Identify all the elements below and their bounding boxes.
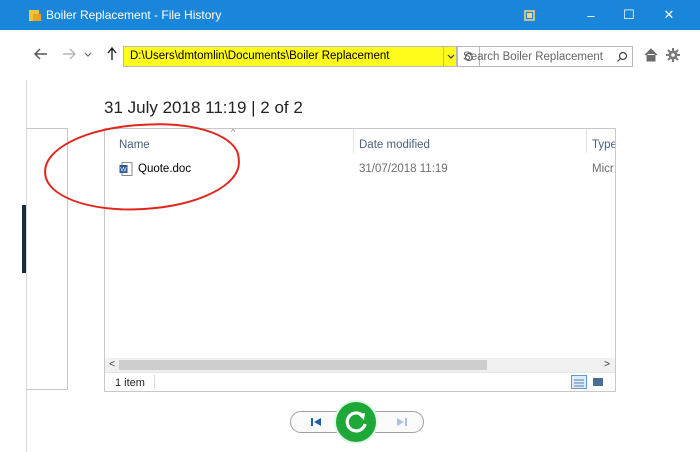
close-button[interactable]: ✕ bbox=[652, 0, 686, 30]
status-bar: 1 item bbox=[105, 372, 615, 391]
search-box[interactable]: Search Boiler Replacement bbox=[456, 46, 633, 67]
restore-icon bbox=[345, 411, 367, 433]
address-bar[interactable]: D:\Users\dmtomlin\Documents\Boiler Repla… bbox=[123, 46, 444, 67]
restore-button[interactable] bbox=[336, 402, 376, 442]
sort-indicator-icon: ^ bbox=[231, 128, 236, 137]
gear-icon[interactable] bbox=[666, 48, 680, 62]
snap-icon[interactable] bbox=[512, 0, 546, 30]
chevron-down-icon bbox=[447, 54, 454, 59]
navigation-bar: D:\Users\dmtomlin\Documents\Boiler Repla… bbox=[26, 30, 700, 80]
scroll-right-icon[interactable]: > bbox=[600, 358, 614, 372]
file-date-modified: 31/07/2018 11:19 bbox=[359, 163, 448, 175]
address-path: D:\Users\dmtomlin\Documents\Boiler Repla… bbox=[130, 50, 390, 62]
chevron-down-icon[interactable] bbox=[84, 52, 92, 58]
status-divider bbox=[154, 375, 155, 390]
maximize-button[interactable]: ☐ bbox=[612, 0, 646, 30]
column-date-modified[interactable]: Date modified bbox=[359, 139, 430, 151]
next-version-icon bbox=[397, 418, 407, 426]
file-history-icon bbox=[29, 10, 41, 21]
previous-version-button[interactable] bbox=[296, 411, 336, 433]
file-type: Micr bbox=[592, 163, 614, 175]
horizontal-scrollbar[interactable]: < > bbox=[105, 358, 615, 372]
search-icon[interactable] bbox=[616, 51, 628, 63]
item-count: 1 item bbox=[115, 377, 145, 389]
snapshot-title: 31 July 2018 11:19 | 2 of 2 bbox=[104, 98, 303, 117]
scroll-left-icon[interactable]: < bbox=[105, 358, 119, 372]
title-bar: Boiler Replacement - File History – ☐ ✕ bbox=[0, 0, 700, 30]
previous-version-icon bbox=[311, 418, 321, 426]
up-arrow-icon[interactable] bbox=[107, 47, 117, 61]
left-edge-strip bbox=[0, 30, 27, 452]
forward-arrow-icon[interactable] bbox=[62, 48, 76, 60]
details-view-icon[interactable] bbox=[571, 375, 587, 389]
version-controls bbox=[290, 402, 428, 442]
column-type[interactable]: Type bbox=[592, 139, 615, 151]
window-title: Boiler Replacement - File History bbox=[46, 8, 222, 22]
column-divider[interactable] bbox=[353, 129, 354, 153]
column-divider[interactable] bbox=[586, 129, 587, 153]
scrollbar-thumb[interactable] bbox=[119, 360, 487, 370]
minimize-button[interactable]: – bbox=[574, 0, 608, 30]
home-icon[interactable] bbox=[644, 48, 658, 62]
back-arrow-icon[interactable] bbox=[34, 48, 48, 60]
next-version-button[interactable] bbox=[382, 411, 422, 433]
search-placeholder: Search Boiler Replacement bbox=[463, 51, 603, 63]
large-icons-view-icon[interactable] bbox=[591, 375, 607, 389]
